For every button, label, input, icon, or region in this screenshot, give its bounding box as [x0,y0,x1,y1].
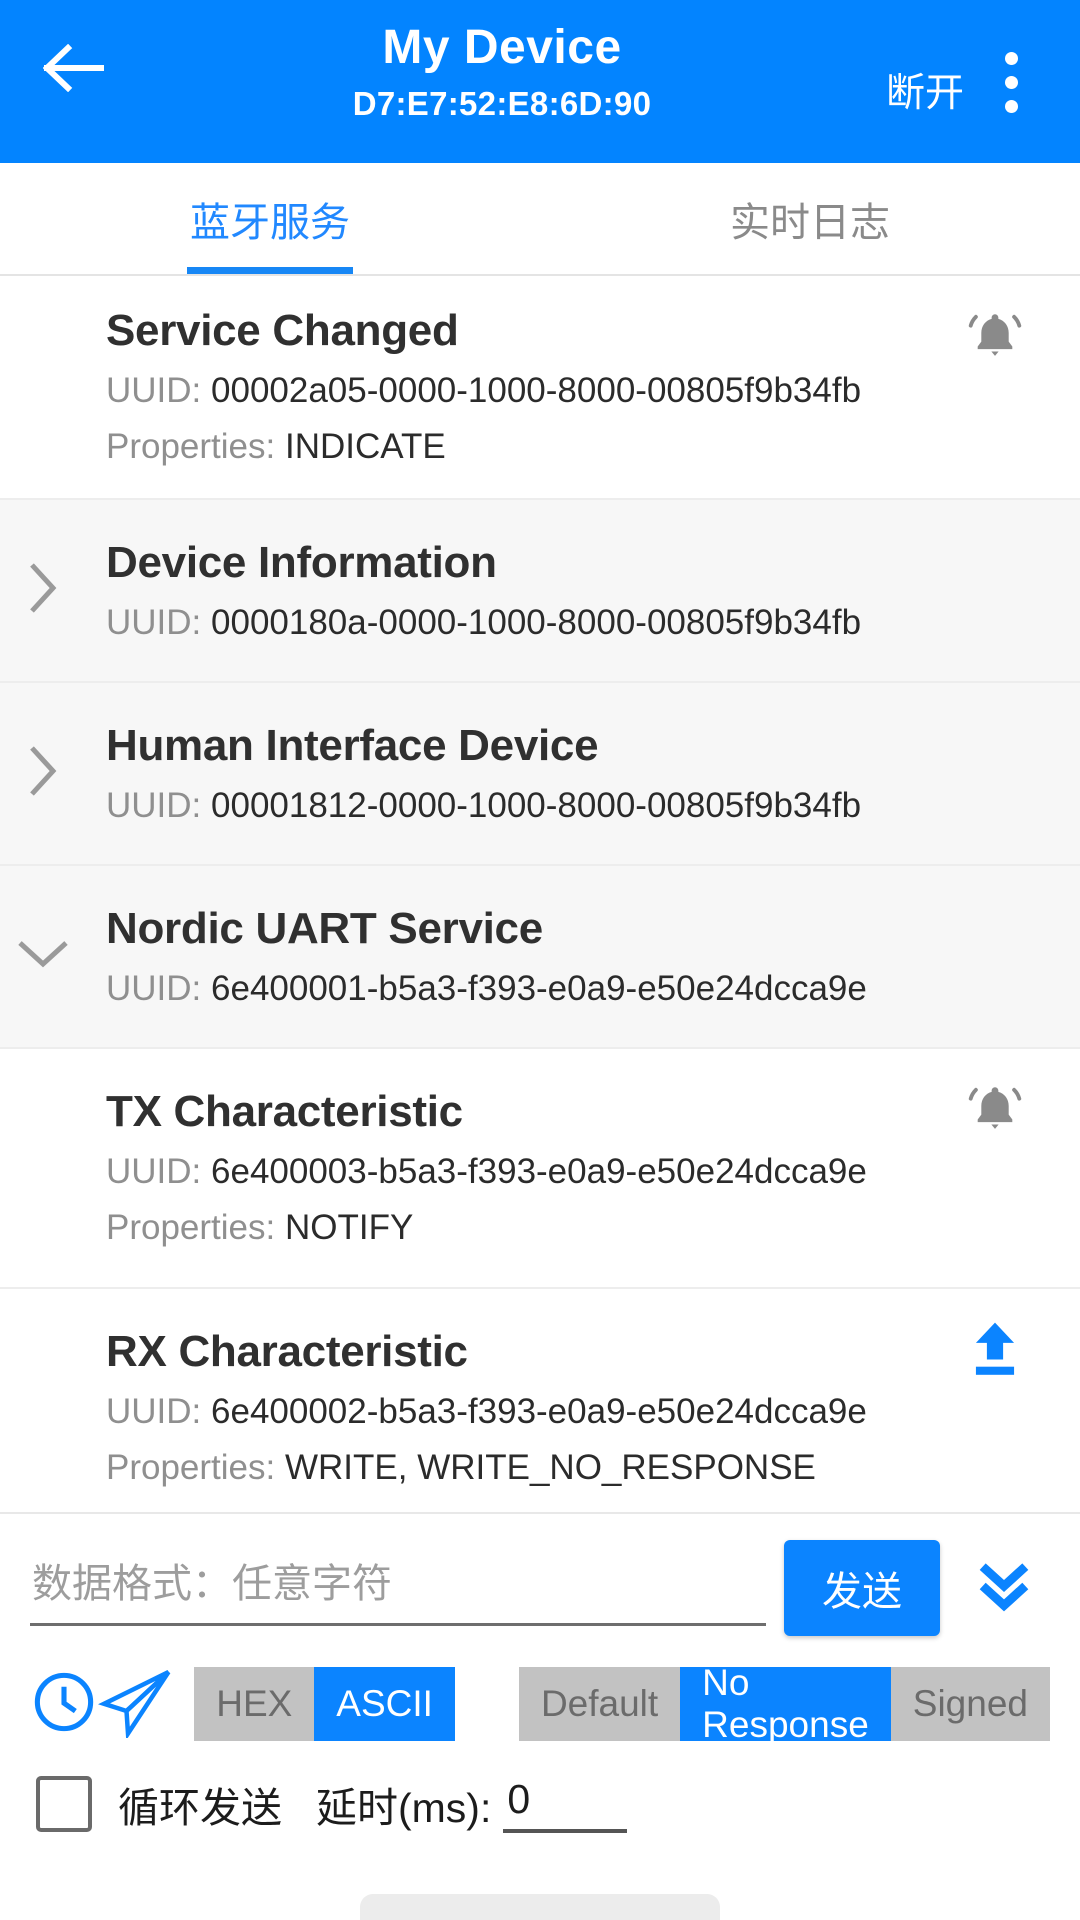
uuid-value: 0000180a-0000-1000-8000-00805f9b34fb [211,602,862,642]
characteristic-uuid: UUID: 6e400002-b5a3-f393-e0a9-e50e24dcca… [106,1387,940,1437]
delay-input[interactable] [503,1775,628,1833]
overflow-menu-button[interactable] [968,22,1054,142]
list-item-content: Device Information UUID: 0000180a-0000-1… [86,508,1050,674]
clock-icon [30,1668,98,1741]
write-mode-toggle-group: Default No Response Signed [518,1662,1050,1745]
uuid-value: 00002a05-0000-1000-8000-00805f9b34fb [211,371,862,410]
collapse-toggle[interactable] [0,937,86,976]
uuid-label: UUID: [106,1152,202,1191]
delay-label: 延时(ms): [316,1785,492,1831]
uuid-value: 6e400002-b5a3-f393-e0a9-e50e24dcca9e [211,1392,867,1431]
uuid-label: UUID: [106,968,202,1008]
history-button[interactable] [30,1658,98,1750]
format-option-hex[interactable]: HEX [194,1667,315,1741]
tab-realtime-log[interactable]: 实时日志 [540,163,1080,274]
list-item-content: TX Characteristic UUID: 6e400003-b5a3-f3… [0,1057,940,1279]
notification-bell-active-icon [964,1079,1026,1146]
data-input-wrapper [30,1540,766,1626]
chevron-down-icon [15,937,71,976]
service-uuid: UUID: 00001812-0000-1000-8000-00805f9b34… [106,781,1050,831]
list-item[interactable]: Nordic UART Service UUID: 6e400001-b5a3-… [0,866,1080,1049]
properties-label: Properties: [106,1448,276,1487]
list-item[interactable]: Service Changed UUID: 00002a05-0000-1000… [0,276,1080,500]
format-option-ascii[interactable]: ASCII [314,1667,455,1741]
chevron-right-icon [26,743,60,804]
list-item[interactable]: Device Information UUID: 0000180a-0000-1… [0,500,1080,683]
format-toggle-group: HEX ASCII [194,1667,455,1741]
expand-toggle[interactable] [0,743,86,804]
arrow-left-icon [42,43,105,97]
uuid-label: UUID: [106,785,202,825]
loop-send-label: 循环发送 [118,1785,282,1831]
service-name: Nordic UART Service [106,903,543,953]
uuid-label: UUID: [106,1392,202,1431]
characteristic-uuid: UUID: 6e400003-b5a3-f393-e0a9-e50e24dcca… [106,1147,940,1197]
write-mode-signed[interactable]: Signed [890,1667,1050,1741]
chevron-right-icon [26,560,60,621]
list-item-content: Human Interface Device UUID: 00001812-00… [86,691,1050,857]
list-item-content: Service Changed UUID: 00002a05-0000-1000… [0,276,940,498]
send-bar: 发送 [0,1512,1080,1636]
expand-toggle[interactable] [0,560,86,621]
uuid-label: UUID: [106,602,202,642]
list-item[interactable]: RX Characteristic UUID: 6e400002-b5a3-f3… [0,1289,1080,1512]
loop-send-row: 循环发送 延时(ms): [0,1750,1080,1834]
service-uuid: UUID: 6e400001-b5a3-f393-e0a9-e50e24dcca… [106,964,1050,1014]
properties-value: NOTIFY [284,1208,414,1247]
overflow-menu-icon [1004,51,1018,65]
overflow-menu-icon-dot2 [1004,75,1018,89]
uuid-label: UUID: [106,371,202,410]
data-input[interactable] [30,1548,766,1626]
bottom-area [0,1834,1080,1920]
characteristic-properties: Properties: WRITE, WRITE_NO_RESPONSE [106,1443,940,1493]
characteristic-uuid: UUID: 00002a05-0000-1000-8000-00805f9b34… [106,366,940,416]
options-toolbar: HEX ASCII Default No Response Signed [0,1636,1080,1750]
loop-send-checkbox[interactable] [36,1776,92,1832]
write-mode-no-response[interactable]: No Response [680,1662,891,1745]
back-button[interactable] [26,10,122,130]
properties-value: INDICATE [284,427,446,466]
service-list[interactable]: Service Changed UUID: 00002a05-0000-1000… [0,276,1080,1512]
upload-icon [966,1319,1024,1386]
notify-toggle-button[interactable] [940,276,1050,373]
properties-label: Properties: [106,1208,276,1247]
tab-bar: 蓝牙服务 实时日志 [0,163,1080,276]
notify-toggle-button[interactable] [940,1049,1050,1146]
expand-panel-button[interactable] [958,1540,1050,1636]
double-chevron-down-icon [974,1555,1034,1622]
list-item-content: RX Characteristic UUID: 6e400002-b5a3-f3… [0,1297,940,1512]
app-bar-titles: My Device D7:E7:52:E8:6D:90 [122,0,882,128]
characteristic-name: RX Characteristic [106,1327,468,1376]
list-item[interactable]: TX Characteristic UUID: 6e400003-b5a3-f3… [0,1049,1080,1289]
overflow-menu-icon-dot3 [1004,99,1018,113]
quick-send-button[interactable] [98,1658,176,1750]
characteristic-name: TX Characteristic [106,1087,463,1136]
uuid-value: 6e400001-b5a3-f393-e0a9-e50e24dcca9e [211,968,867,1008]
disconnect-button[interactable]: 断开 [882,62,968,118]
notification-bell-active-icon [964,306,1026,373]
device-mac-address: D7:E7:52:E8:6D:90 [352,85,652,122]
characteristic-name: Service Changed [106,306,459,355]
bottom-sheet-handle[interactable] [360,1894,720,1920]
characteristic-properties: Properties: NOTIFY [106,1203,940,1253]
properties-label: Properties: [106,427,276,466]
bluetooth-device-screen: My Device D7:E7:52:E8:6D:90 断开 蓝牙服务 实时日志… [0,0,1080,1920]
app-bar: My Device D7:E7:52:E8:6D:90 断开 [0,0,1080,163]
uuid-value: 6e400003-b5a3-f393-e0a9-e50e24dcca9e [211,1152,867,1191]
properties-value: WRITE, WRITE_NO_RESPONSE [284,1448,816,1487]
service-name: Human Interface Device [106,720,599,770]
list-item-content: Nordic UART Service UUID: 6e400001-b5a3-… [86,874,1050,1040]
write-button[interactable] [940,1289,1050,1386]
send-button[interactable]: 发送 [784,1540,940,1636]
write-mode-default[interactable]: Default [518,1667,681,1741]
paper-plane-icon [98,1666,176,1743]
uuid-value: 00001812-0000-1000-8000-00805f9b34fb [211,785,862,825]
tab-bluetooth-services[interactable]: 蓝牙服务 [0,163,540,274]
service-name: Device Information [106,537,497,587]
characteristic-properties: Properties: INDICATE [106,422,940,472]
service-uuid: UUID: 0000180a-0000-1000-8000-00805f9b34… [106,598,1050,648]
page-title: My Device [382,21,622,74]
list-item[interactable]: Human Interface Device UUID: 00001812-00… [0,683,1080,866]
